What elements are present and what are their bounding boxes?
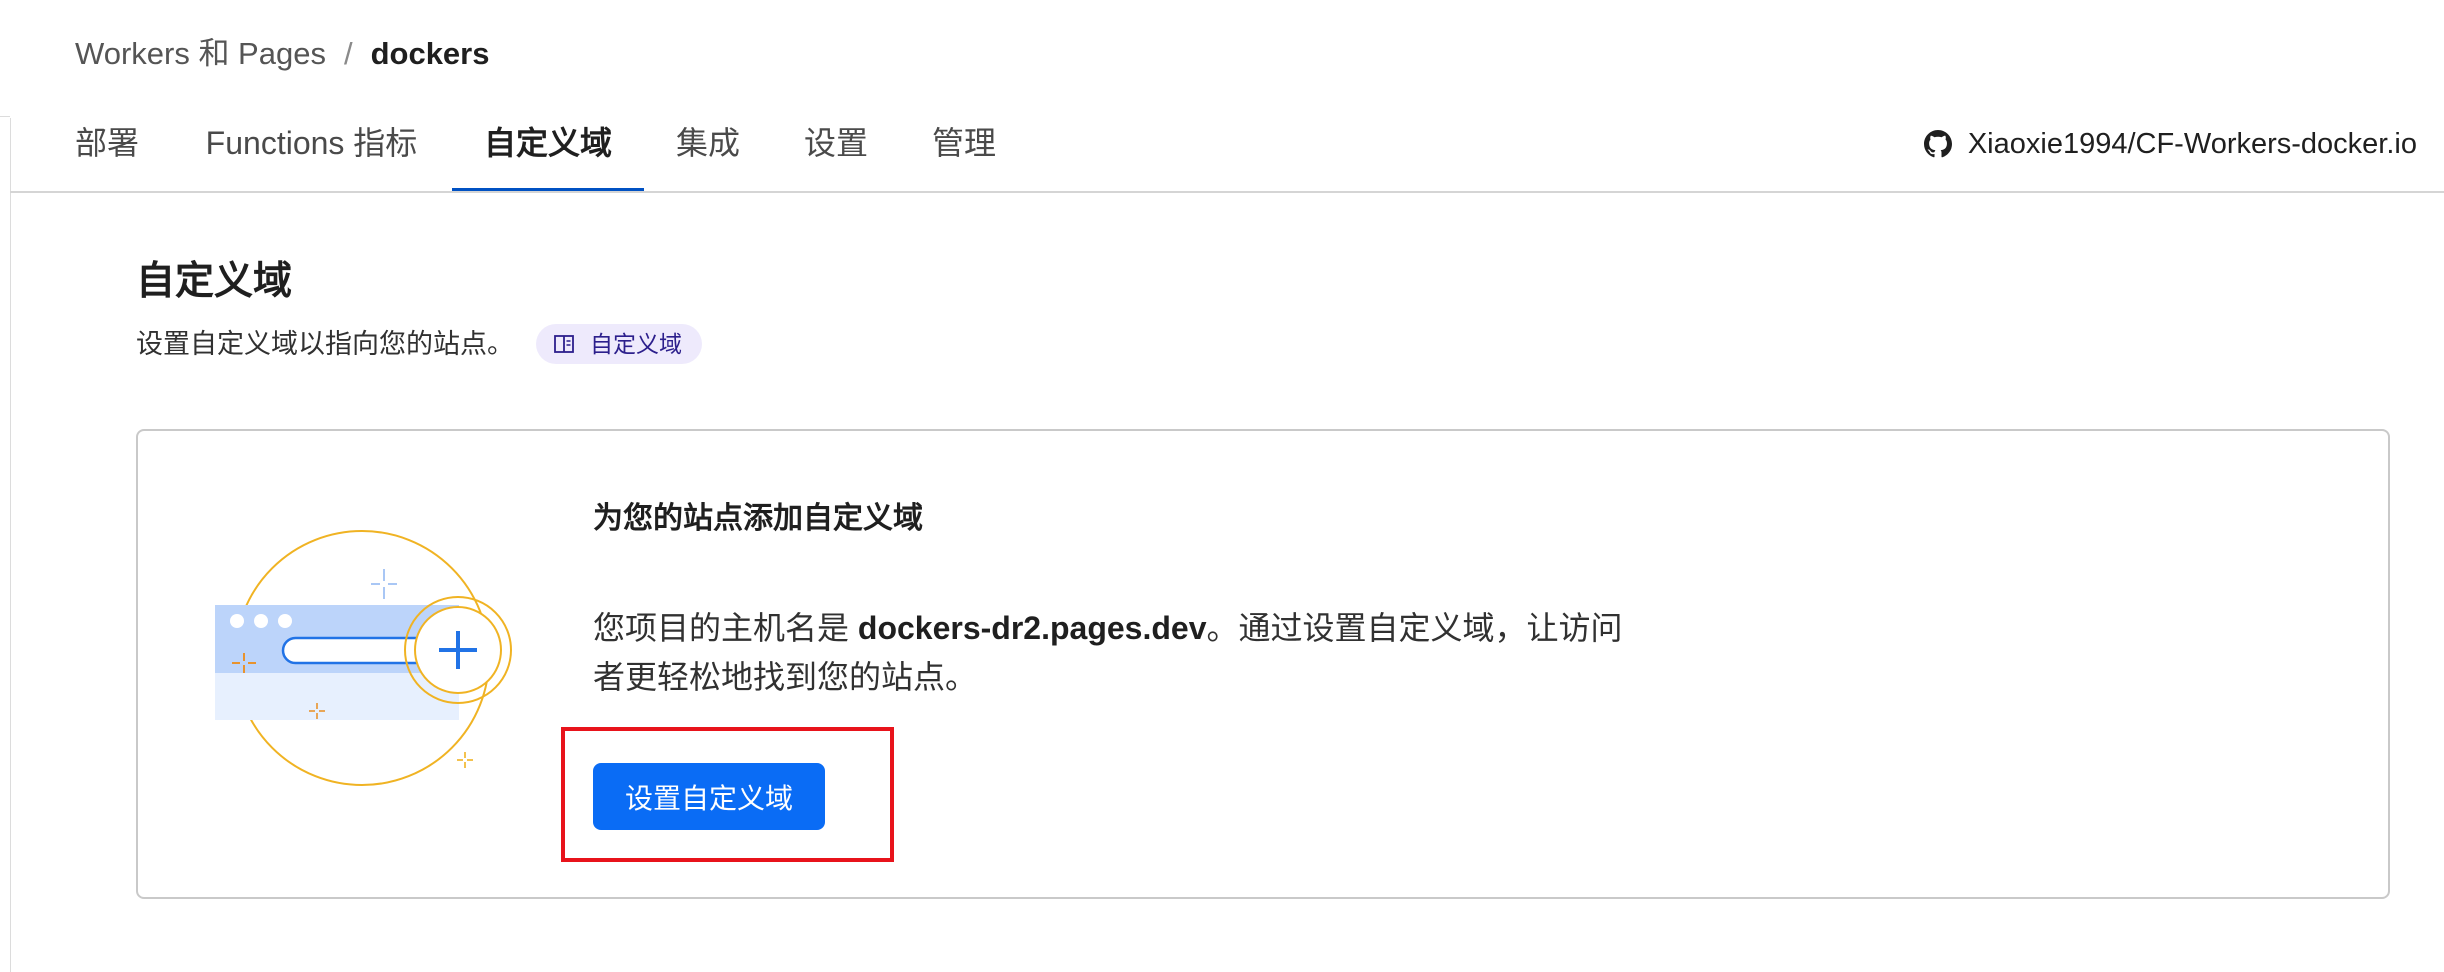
add-domain-illustration xyxy=(215,530,512,786)
github-icon xyxy=(1923,130,1952,158)
tab-deployments[interactable]: 部署 xyxy=(75,110,139,192)
repo-link[interactable]: Xiaoxie1994/CF-Workers-docker.io xyxy=(1923,120,2417,168)
description-text: 设置自定义域以指向您的站点。 xyxy=(136,329,514,359)
tab-settings[interactable]: 设置 xyxy=(804,110,868,192)
breadcrumb-separator: / xyxy=(343,36,353,71)
tabs-divider xyxy=(10,191,2444,193)
page-title: 自定义域 xyxy=(136,260,293,303)
docs-link[interactable]: 自定义域 xyxy=(536,324,702,364)
tab-manage[interactable]: 管理 xyxy=(932,110,996,192)
tab-integrations[interactable]: 集成 xyxy=(676,110,740,192)
card-title: 为您的站点添加自定义域 xyxy=(593,502,923,535)
breadcrumb-workers-pages[interactable]: Workers 和 Pages xyxy=(75,30,326,78)
repo-label: Xiaoxie1994/CF-Workers-docker.io xyxy=(1967,127,2417,160)
docs-link-label: 自定义域 xyxy=(590,331,682,357)
setup-custom-domain-button[interactable]: 设置自定义域 xyxy=(593,763,825,830)
tab-custom-domains[interactable]: 自定义域 xyxy=(452,110,644,192)
card-body-prefix: 您项目的主机名是 xyxy=(593,610,858,646)
book-icon xyxy=(554,335,574,353)
sidebar-divider xyxy=(10,118,11,972)
breadcrumb-current: dockers xyxy=(370,36,490,71)
project-hostname: dockers-dr2.pages.dev xyxy=(857,610,1207,646)
card-description: 您项目的主机名是 dockers-dr2.pages.dev。通过设置自定义域，… xyxy=(593,604,1633,702)
tab-functions-metrics[interactable]: Functions 指标 xyxy=(204,110,419,192)
section-description: 设置自定义域以指向您的站点。 自定义域 xyxy=(136,324,702,364)
breadcrumb: Workers 和 Pages / dockers xyxy=(75,30,489,78)
